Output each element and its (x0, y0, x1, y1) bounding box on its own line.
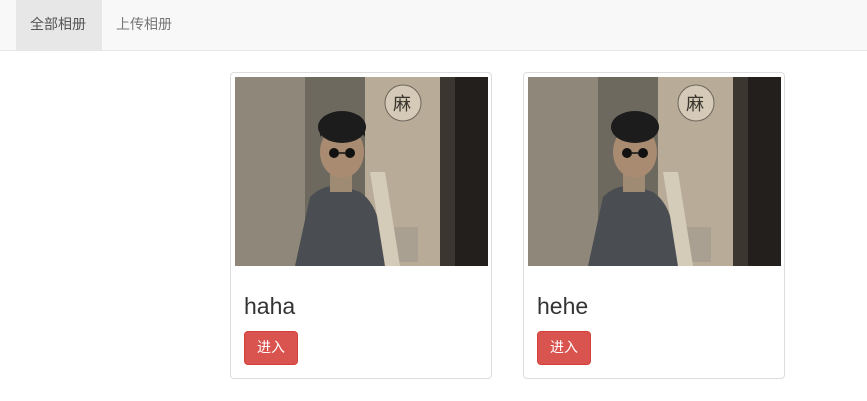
svg-text:麻: 麻 (393, 94, 411, 115)
album-photo-image: 麻 (235, 77, 488, 266)
enter-album-button[interactable]: 进入 (244, 331, 298, 365)
tab-all-albums[interactable]: 全部相册 (16, 0, 102, 51)
album-title: haha (244, 293, 296, 319)
album-card: 麻 hehe 进入 (523, 72, 785, 379)
album-thumbnail[interactable]: 麻 (235, 77, 488, 266)
album-title: hehe (537, 293, 589, 319)
tab-upload-album[interactable]: 上传相册 (102, 0, 188, 51)
svg-text:麻: 麻 (686, 94, 704, 115)
top-navbar: 全部相册 上传相册 (0, 0, 867, 51)
album-thumbnail[interactable]: 麻 (528, 77, 781, 266)
album-card: 麻 haha 进入 (230, 72, 492, 379)
album-photo-image: 麻 (528, 77, 781, 266)
enter-album-button[interactable]: 进入 (537, 331, 591, 365)
